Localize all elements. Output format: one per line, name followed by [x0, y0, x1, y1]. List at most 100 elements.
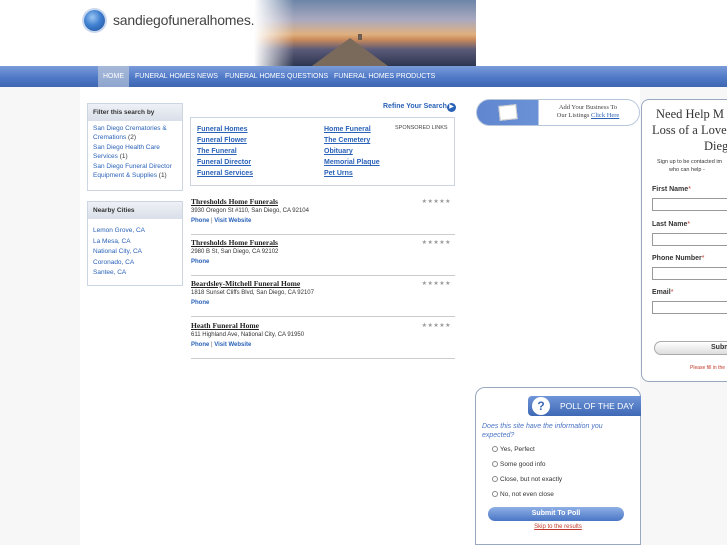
listing-item: Thresholds Home Funerals ★★★★★ 2980 B St… [191, 238, 455, 276]
sponsored-links-box: SPONSORED LINKS Funeral Homes Funeral Fl… [190, 117, 455, 186]
sponsored-link[interactable]: Funeral Flower [197, 137, 247, 144]
visit-website-link[interactable]: Visit Website [214, 218, 251, 224]
required-mark: * [670, 289, 674, 296]
poll-option[interactable]: Yes, Perfect [492, 446, 535, 453]
refine-search-link[interactable]: Refine Your Search [383, 103, 447, 110]
add-business-text: Add Your Business To Our Listings Click … [543, 104, 633, 120]
contact-form: Need Help M Loss of a Loved Dieg Sign up… [641, 99, 727, 382]
sponsored-link[interactable]: Home Funeral [324, 126, 371, 133]
sponsored-link[interactable]: The Cemetery [324, 137, 370, 144]
poll-option[interactable]: Close, but not exactly [492, 476, 562, 483]
poll-option[interactable]: No, not even close [492, 491, 554, 498]
sponsored-link[interactable]: Funeral Services [197, 170, 253, 177]
pier-end-shape [358, 34, 362, 40]
last-name-field[interactable] [652, 233, 727, 246]
sponsored-link[interactable]: Obituary [324, 148, 353, 155]
form-subtitle-line: who can help - [669, 167, 705, 173]
nav-item-home[interactable]: HOME [98, 66, 129, 87]
listing-name[interactable]: Thresholds Home Funerals [191, 238, 278, 247]
radio-icon[interactable] [492, 446, 498, 453]
listing-address: 1818 Sunset Cliffs Blvd, San Diego, CA 9… [191, 290, 314, 296]
sponsored-link[interactable]: Pet Urns [324, 170, 353, 177]
globe-logo-icon[interactable] [84, 10, 105, 31]
question-mark-icon: ? [532, 397, 550, 415]
filter-item[interactable]: San Diego Funeral Director Equipment & S… [93, 163, 177, 180]
listing-item: Heath Funeral Home ★★★★★ 611 Highland Av… [191, 321, 455, 359]
document-icon [498, 104, 518, 121]
add-business-line2: Our Listings [556, 112, 590, 119]
skip-to-results-link[interactable]: Skip to the results [476, 524, 640, 530]
listing-name[interactable]: Beardsley-Mitchell Funeral Home [191, 279, 300, 288]
nav-item-funeral-homes-news[interactable]: FUNERAL HOMES NEWS [130, 66, 223, 87]
poll-box: POLL OF THE DAY ? Does this site have th… [475, 387, 641, 545]
poll-question: Does this site have the information you … [482, 423, 603, 439]
nearby-cities-title: Nearby Cities [88, 202, 182, 219]
filter-item[interactable]: San Diego Crematories & Cremations (2) [93, 125, 177, 142]
filter-count: (2) [128, 133, 136, 141]
listing-links: Phone | Visit Website [191, 218, 251, 224]
radio-icon[interactable] [492, 476, 498, 483]
listing-address: 3930 Oregon St #110, San Diego, CA 92104 [191, 208, 309, 214]
phone-number-field[interactable] [652, 267, 727, 280]
listing-item: Thresholds Home Funerals ★★★★★ 3930 Oreg… [191, 197, 455, 235]
filter-count: (1) [158, 171, 167, 179]
city-link[interactable]: La Mesa, CA [93, 238, 177, 247]
sponsored-link[interactable]: The Funeral [197, 148, 237, 155]
sponsored-link[interactable]: Funeral Director [197, 159, 251, 166]
click-here-link[interactable]: Click Here [591, 112, 619, 119]
add-business-banner[interactable]: Add Your Business To Our Listings Click … [476, 99, 640, 126]
filter-count: (1) [119, 152, 128, 160]
form-submit-button[interactable]: Subm [654, 341, 727, 355]
phone-link[interactable]: Phone [191, 259, 209, 265]
city-link[interactable]: Coronado, CA [93, 259, 177, 268]
form-subtitle-line: Sign up to be contacted im [657, 159, 723, 165]
form-subtitle: Sign up to be contacted im who can help … [657, 158, 722, 174]
submit-poll-button[interactable]: Submit To Poll [488, 507, 624, 521]
filter-item[interactable]: San Diego Health Care Services (1) [93, 144, 177, 161]
first-name-field[interactable] [652, 198, 727, 211]
phone-link[interactable]: Phone [191, 300, 209, 306]
main-nav: HOME FUNERAL HOMES NEWS FUNERAL HOMES QU… [0, 66, 727, 87]
site-header: sandiegofuneralhomes.com [0, 0, 727, 66]
filter-title: Filter this search by [88, 104, 182, 121]
nav-item-funeral-homes-questions[interactable]: FUNERAL HOMES QUESTIONS [220, 66, 333, 87]
star-rating-icon: ★★★★★ [421, 323, 451, 329]
visit-website-link[interactable]: Visit Website [214, 342, 251, 348]
nearby-cities-list: Lemon Grove, CA La Mesa, CA National Cit… [88, 219, 182, 284]
form-title: Need Help M Loss of a Loved Dieg [642, 106, 727, 154]
sponsored-link[interactable]: Memorial Plaque [324, 159, 380, 166]
city-link[interactable]: Lemon Grove, CA [93, 227, 177, 236]
pier-shape [312, 38, 388, 66]
email-label: Email* [652, 289, 674, 296]
nav-item-funeral-homes-products[interactable]: FUNERAL HOMES PRODUCTS [329, 66, 440, 87]
filter-box: Filter this search by San Diego Cremator… [87, 103, 183, 191]
nearby-cities-box: Nearby Cities Lemon Grove, CA La Mesa, C… [87, 201, 183, 286]
hero-fade [254, 0, 294, 66]
first-name-label: First Name* [652, 186, 691, 193]
hero-image [254, 0, 476, 66]
radio-icon[interactable] [492, 491, 498, 498]
add-business-line1: Add Your Business To [558, 104, 618, 111]
sponsored-link[interactable]: Funeral Homes [197, 126, 248, 133]
form-title-line: Loss of a Loved [652, 123, 727, 137]
phone-number-label: Phone Number* [652, 255, 705, 262]
filter-list: San Diego Crematories & Cremations (2) S… [88, 121, 182, 186]
listing-name[interactable]: Heath Funeral Home [191, 321, 259, 330]
required-mark: * [687, 221, 691, 228]
city-link[interactable]: National City, CA [93, 248, 177, 257]
radio-icon[interactable] [492, 461, 498, 468]
phone-link[interactable]: Phone [191, 342, 209, 348]
arrow-right-icon[interactable]: ▶ [447, 103, 456, 112]
star-rating-icon: ★★★★★ [421, 281, 451, 287]
listing-address: 2980 B St, San Diego, CA 92102 [191, 249, 279, 255]
form-note: Please fill in the [690, 365, 726, 371]
listing-name[interactable]: Thresholds Home Funerals [191, 197, 278, 206]
required-mark: * [701, 255, 705, 262]
poll-option[interactable]: Some good info [492, 461, 546, 468]
add-business-line2-row: Our Listings Click Here [543, 112, 633, 120]
listing-links: Phone | Visit Website [191, 342, 251, 348]
required-mark: * [688, 186, 691, 193]
city-link[interactable]: Santee, CA [93, 269, 177, 278]
phone-link[interactable]: Phone [191, 218, 209, 224]
email-field[interactable] [652, 301, 727, 314]
